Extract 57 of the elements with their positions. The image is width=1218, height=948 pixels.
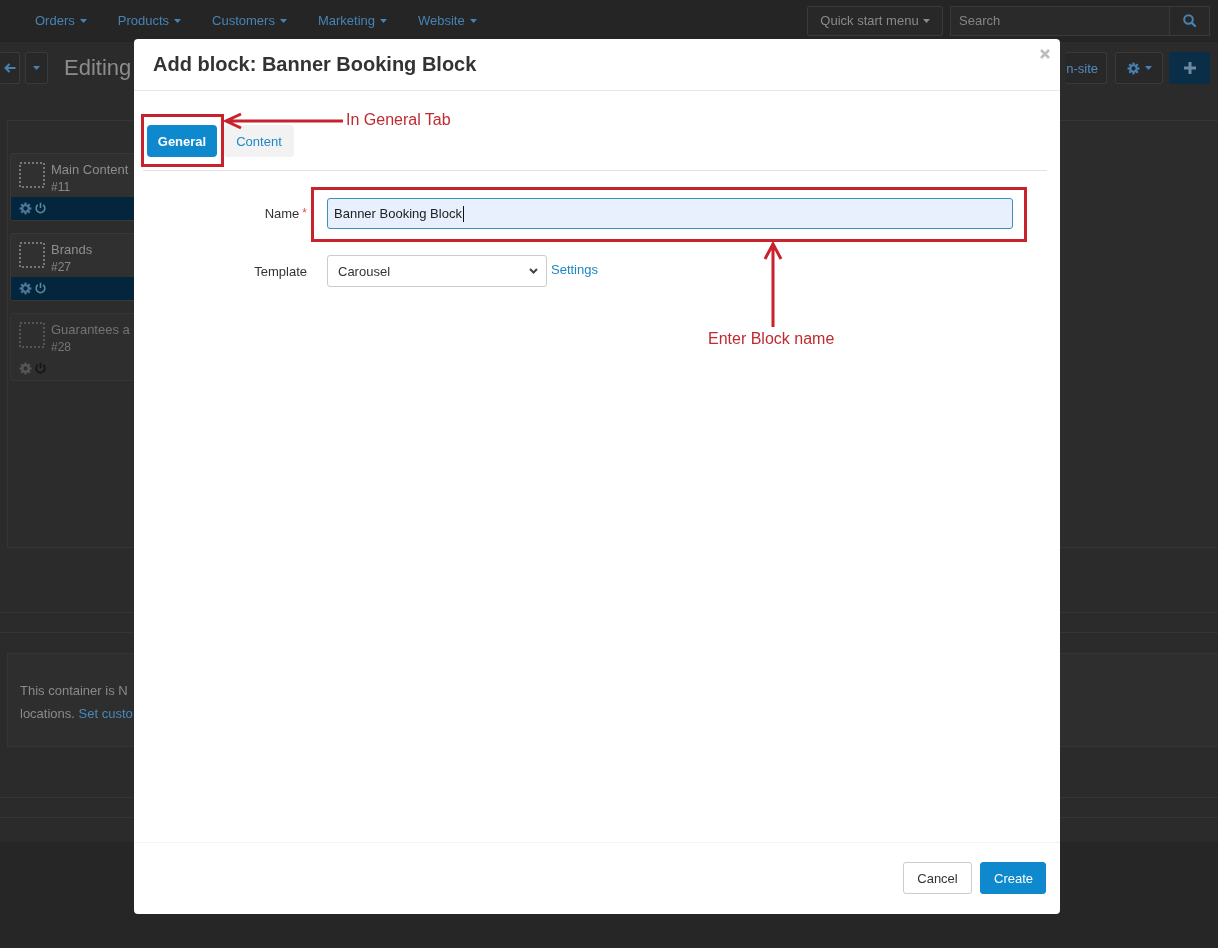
gear-icon[interactable] [19, 362, 32, 375]
nav-menu-item[interactable]: Website [418, 13, 477, 28]
page-title: Editing [64, 55, 132, 81]
caret-icon [33, 66, 40, 70]
caret-icon [922, 18, 930, 23]
nav-menu-item[interactable]: Orders [35, 13, 87, 28]
block-name: Brands [51, 242, 93, 257]
annotation-label: In General Tab [346, 111, 451, 129]
caret-icon [1144, 66, 1152, 70]
nav-menu-item[interactable]: Marketing [317, 13, 387, 28]
template-select[interactable]: Carousel [327, 255, 547, 287]
settings-dropdown-button[interactable] [1115, 52, 1163, 84]
chevron-down-icon [529, 268, 538, 274]
caret-icon [79, 18, 87, 23]
caret-icon [174, 18, 182, 23]
required-mark: * [302, 206, 307, 220]
block-name: Main Content [51, 162, 129, 177]
caret-icon [380, 18, 387, 23]
text-cursor [462, 205, 464, 222]
gear-icon [1126, 61, 1140, 75]
search-button[interactable] [1170, 5, 1210, 36]
tab[interactable]: Content [224, 125, 294, 157]
gear-icon[interactable] [19, 202, 32, 215]
notice-text: This container is N locations. Set custo [20, 682, 133, 723]
power-icon[interactable] [34, 282, 47, 295]
tab[interactable]: General [147, 125, 217, 157]
search-field[interactable]: Search [950, 5, 1170, 36]
name-input-field[interactable]: Banner Booking Block [327, 198, 1013, 229]
caret-icon [469, 18, 477, 23]
modal-title: Add block: Banner Booking Block [153, 53, 477, 76]
settings-link[interactable]: Settings [551, 261, 598, 277]
power-icon[interactable] [34, 202, 47, 215]
back-arrow-icon [3, 63, 16, 73]
annotation-label: Enter Block name [708, 330, 835, 348]
gear-icon[interactable] [19, 282, 32, 295]
quick-start-menu-button[interactable]: Quick start menu [807, 5, 943, 36]
dotted-square-icon [19, 242, 45, 268]
back-button[interactable] [0, 52, 20, 84]
dotted-square-icon [19, 322, 45, 348]
create-button[interactable]: Create [980, 862, 1046, 894]
field-label: Name [264, 206, 300, 221]
block-id: #27 [51, 260, 73, 274]
nav-menu-item[interactable]: Customers [212, 13, 287, 28]
search-icon [1183, 14, 1196, 27]
dotted-square-icon [19, 162, 45, 188]
nav-menu-item[interactable]: Products [117, 13, 182, 28]
dropdown-button[interactable] [25, 52, 48, 84]
block-name: Guarantees a [51, 322, 130, 337]
caret-icon [279, 18, 287, 23]
set-custom-link[interactable]: Set custo [78, 706, 133, 721]
plus-icon [1183, 62, 1196, 74]
view-button[interactable]: n-site [1065, 52, 1107, 84]
block-id: #28 [51, 340, 73, 354]
block-id: #11 [51, 180, 72, 194]
cancel-button[interactable]: Cancel [903, 862, 972, 894]
add-button[interactable] [1169, 52, 1210, 84]
field-label: Template [254, 263, 307, 279]
